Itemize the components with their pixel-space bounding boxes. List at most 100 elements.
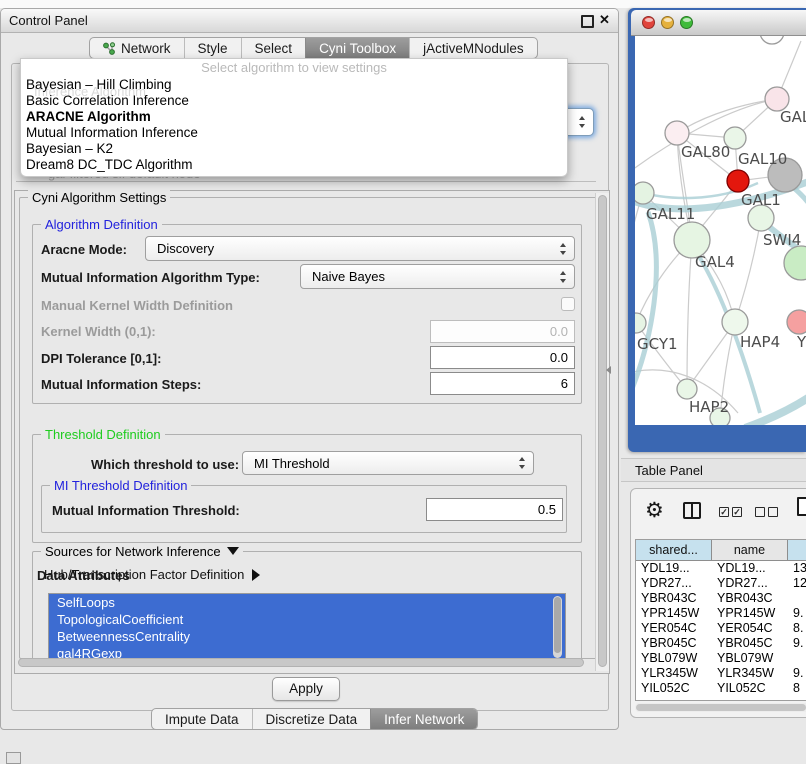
select-all-checked-icon[interactable]: ✓✓: [719, 507, 742, 517]
network-node-gal80[interactable]: [665, 121, 689, 145]
tab-discretize-data[interactable]: Discretize Data: [252, 709, 371, 729]
select-none-unchecked-icon[interactable]: [755, 507, 778, 517]
attribute-list-scrollbar[interactable]: [553, 596, 562, 658]
table-row[interactable]: YIL052CYIL052C8: [636, 681, 806, 696]
network-node-gal1[interactable]: [727, 170, 749, 192]
tab-select[interactable]: Select: [241, 38, 306, 58]
network-edge-strong: [745, 396, 806, 425]
tab-jactivemnodules[interactable]: jActiveMNodules: [409, 38, 537, 58]
panel-splitter-handle[interactable]: [606, 366, 611, 374]
attribute-list-scroll-thumb[interactable]: [554, 597, 561, 653]
collapse-arrow-icon[interactable]: [227, 547, 239, 555]
algorithm-option[interactable]: Dream8 DC_TDC Algorithm: [21, 157, 567, 173]
network-node[interactable]: [784, 246, 806, 280]
column-header[interactable]: shared...: [636, 540, 712, 561]
node-label: Y: [796, 333, 806, 351]
kernel-width-field[interactable]: 0.0: [430, 320, 575, 343]
network-node-gal11[interactable]: [635, 182, 654, 204]
settings-horizontal-scroll-thumb[interactable]: [18, 658, 584, 667]
table-cell: 9.: [788, 606, 806, 621]
apply-button[interactable]: Apply: [272, 677, 340, 701]
algorithm-option[interactable]: Mutual Information Inference: [21, 125, 567, 141]
network-icon: [103, 42, 116, 55]
mi-threshold-field[interactable]: 0.5: [426, 498, 563, 521]
settings-vertical-scrollbar[interactable]: [595, 193, 609, 671]
settings-vertical-scroll-thumb[interactable]: [598, 195, 607, 667]
close-icon[interactable]: ✕: [599, 12, 610, 28]
settings-gear-icon[interactable]: ⚙: [645, 498, 664, 522]
node-label: GCY1: [637, 335, 678, 353]
stepper-arrows-icon: [579, 115, 586, 129]
table-cell: 9.: [788, 666, 806, 681]
table-row[interactable]: YBR045CYBR045C9.: [636, 636, 806, 651]
table-row[interactable]: YDL19...YDL19...13: [636, 561, 806, 576]
data-attributes-items: SelfLoopsTopologicalCoefficientBetweenne…: [49, 594, 565, 662]
data-attribute-item[interactable]: SelfLoops: [49, 594, 565, 611]
tab-label: Select: [255, 41, 293, 56]
algorithm-option[interactable]: Bayesian – K2: [21, 141, 567, 157]
network-node-y[interactable]: [787, 310, 806, 334]
table-cell: YIL052C: [636, 681, 712, 696]
data-attributes-listbox[interactable]: SelfLoopsTopologicalCoefficientBetweenne…: [48, 593, 566, 664]
table-cell: YER054C: [636, 621, 712, 636]
network-edge: [677, 99, 777, 133]
tab-label: Cyni Toolbox: [319, 41, 396, 56]
export-file-icon[interactable]: [797, 497, 806, 516]
table-horizontal-scroll-thumb[interactable]: [636, 704, 806, 711]
table-row[interactable]: YDR27...YDR27...12: [636, 576, 806, 591]
threshold-definition-legend: Threshold Definition: [41, 427, 165, 442]
network-node-hap4[interactable]: [722, 309, 748, 335]
control-panel-tabs: NetworkStyle Select Cyni Toolbox jActiveMNo…: [89, 37, 538, 59]
table-cell: YLR345W: [712, 666, 788, 681]
table-row[interactable]: YPR145WYPR145W9.: [636, 606, 806, 621]
column-header[interactable]: name: [712, 540, 788, 561]
dpi-tolerance-field[interactable]: 0.0: [430, 346, 575, 369]
network-node-gcy1[interactable]: [635, 313, 646, 333]
data-attribute-item[interactable]: TopologicalCoefficient: [49, 611, 565, 628]
network-canvas[interactable]: GALGAL80GAL10GAL1GAL11SWI4GAL4HAP4YGCY1H…: [635, 36, 806, 425]
collapsed-panel-icon[interactable]: [6, 752, 21, 764]
tab-cyni-toolbox[interactable]: Cyni Toolbox: [305, 38, 409, 58]
minimize-traffic-light-icon[interactable]: [661, 16, 674, 29]
table-row[interactable]: YER054CYER054C8.: [636, 621, 806, 636]
mi-threshold-definition-group: MI Threshold Definition Mutual Informati…: [41, 485, 567, 533]
control-panel-titlebar[interactable]: Control Panel ✕: [1, 9, 618, 33]
aracne-mode-combobox[interactable]: Discovery: [145, 236, 575, 261]
tab-infer-network[interactable]: Infer Network: [370, 709, 477, 729]
tab-network[interactable]: Network: [90, 38, 184, 58]
network-view-window: GALGAL80GAL10GAL1GAL11SWI4GAL4HAP4YGCY1H…: [628, 8, 806, 452]
table-cell: YBR045C: [712, 636, 788, 651]
node-label: GAL80: [681, 143, 730, 161]
mi-algorithm-type-combobox[interactable]: Naive Bayes: [300, 264, 575, 289]
stepper-arrows-icon: [519, 456, 526, 470]
column-layout-icon[interactable]: [683, 502, 701, 519]
network-node-hap2[interactable]: [677, 379, 697, 399]
network-edge-strong: [635, 212, 656, 403]
algorithm-combobox-stepper[interactable]: [564, 108, 594, 136]
table-cell: 8.: [788, 621, 806, 636]
tab-impute-data[interactable]: Impute Data: [152, 709, 252, 729]
network-node[interactable]: [760, 36, 784, 44]
settings-horizontal-scrollbar[interactable]: [18, 657, 593, 669]
mi-algorithm-type-value: Naive Bayes: [312, 269, 385, 284]
column-header[interactable]: A: [788, 540, 806, 561]
close-traffic-light-icon[interactable]: [642, 16, 655, 29]
table-horizontal-scrollbar[interactable]: [635, 703, 806, 712]
table-cell: YPR145W: [712, 606, 788, 621]
node-attribute-table: shared...nameA YDL19...YDL19...13YDR27..…: [635, 539, 806, 701]
float-window-icon[interactable]: [581, 15, 594, 28]
network-window-titlebar[interactable]: [631, 10, 806, 36]
mi-algorithm-type-label: Mutual Information Algorithm Type:: [41, 270, 260, 285]
table-row[interactable]: YBR043CYBR043C: [636, 591, 806, 606]
zoom-traffic-light-icon[interactable]: [680, 16, 693, 29]
table-row[interactable]: YLR345WYLR345W9.: [636, 666, 806, 681]
which-threshold-combobox[interactable]: MI Threshold: [242, 451, 534, 475]
table-row[interactable]: YBL079WYBL079W: [636, 651, 806, 666]
table-cell: YLR345W: [636, 666, 712, 681]
table-cell: YDR27...: [636, 576, 712, 591]
tab-style[interactable]: Style: [184, 38, 241, 58]
algorithm-option[interactable]: ARACNE Algorithm: [21, 109, 567, 125]
manual-kernel-width-checkbox[interactable]: [561, 297, 575, 311]
data-attribute-item[interactable]: BetweennessCentrality: [49, 628, 565, 645]
mi-steps-field[interactable]: 6: [430, 372, 575, 395]
